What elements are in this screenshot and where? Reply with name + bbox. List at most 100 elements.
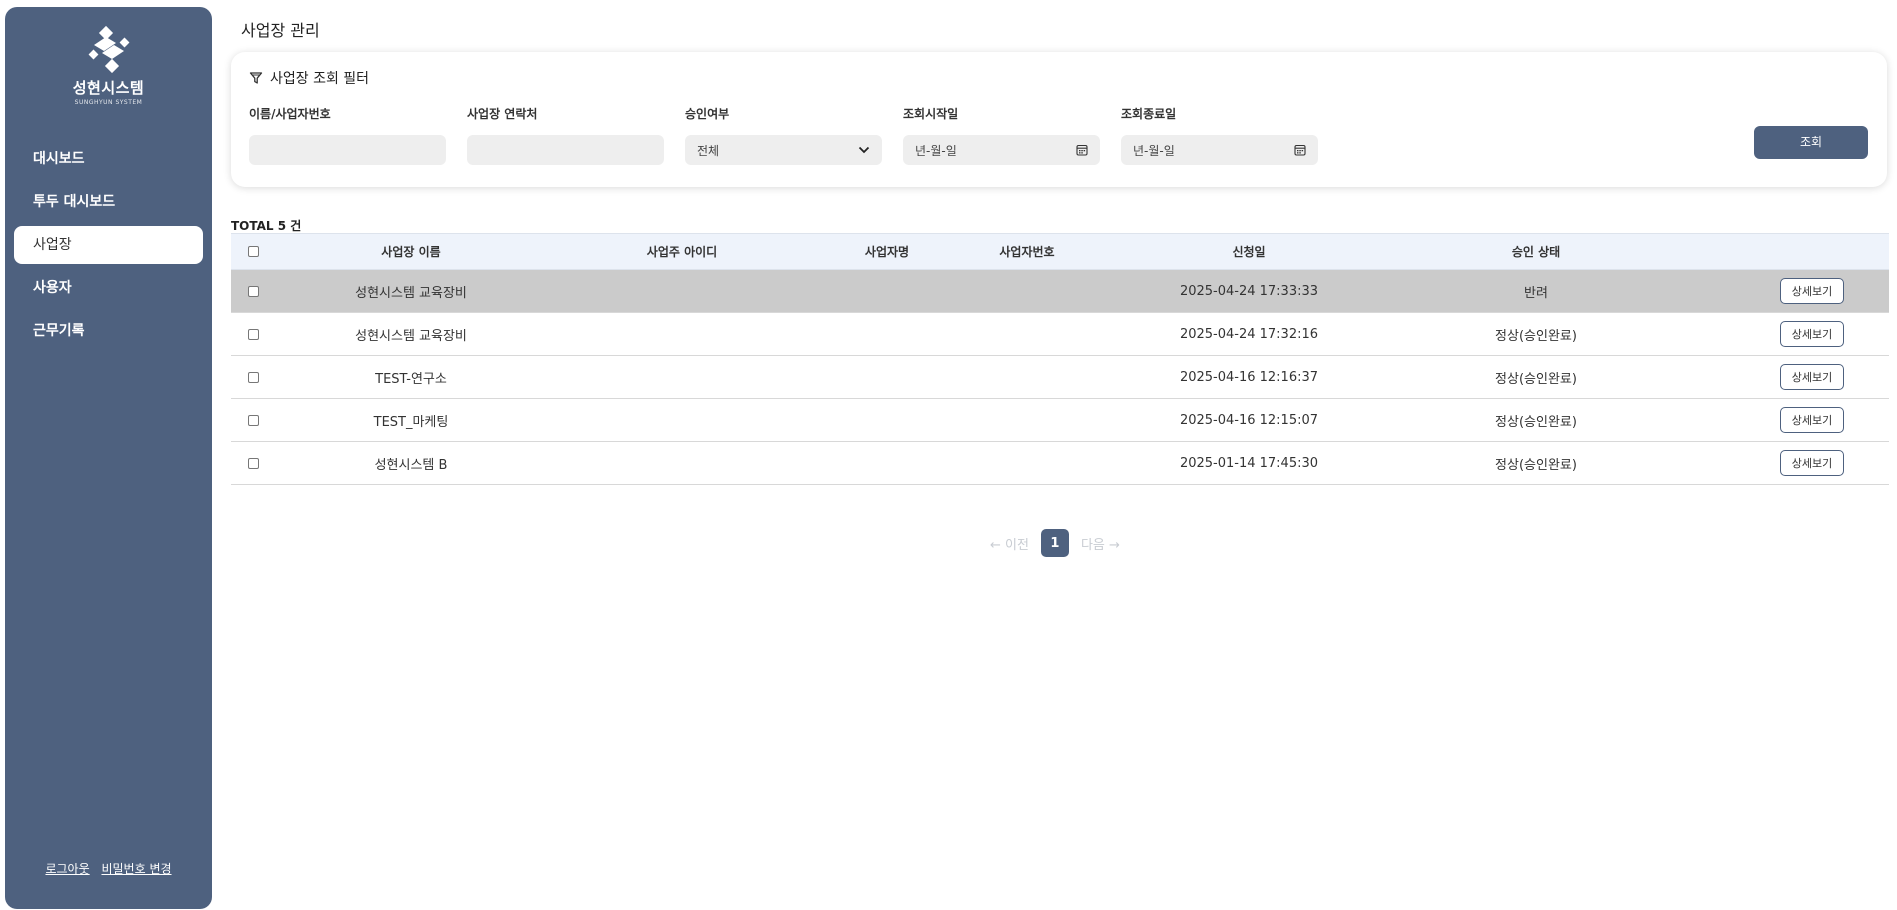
end-date-filter: 조회종료일 년-월-일 <box>1121 105 1318 165</box>
logout-link[interactable]: 로그아웃 <box>45 862 89 876</box>
workplace-table: 사업장 이름 사업주 아이디 사업자명 사업자번호 신청일 승인 상태 성현시스… <box>231 233 1889 485</box>
cell-business-name <box>818 442 956 484</box>
sidebar: 성현시스템 SUNGHYUN SYSTEM 대시보드 투두 대시보드 사업장 사… <box>5 7 212 909</box>
row-checkbox[interactable] <box>248 328 259 340</box>
approval-select[interactable]: 전체 <box>685 135 882 165</box>
table-row[interactable]: TEST_마케팅 2025-04-16 12:15:07 정상(승인완료) 상세… <box>231 399 1889 442</box>
approval-filter: 승인여부 전체 <box>685 105 882 165</box>
row-select-cell <box>231 356 276 398</box>
chevron-down-icon <box>858 146 870 154</box>
cell-name: 성현시스템 교육장비 <box>355 285 467 301</box>
row-checkbox[interactable] <box>248 414 259 426</box>
approval-filter-label: 승인여부 <box>685 107 730 121</box>
table-header-row: 사업장 이름 사업주 아이디 사업자명 사업자번호 신청일 승인 상태 <box>231 233 1889 270</box>
cell-approval-status: 정상(승인완료) <box>1495 328 1577 344</box>
cell-business-number <box>956 399 1098 441</box>
row-checkbox[interactable] <box>248 285 259 297</box>
brand-sub: SUNGHYUN SYSTEM <box>74 99 143 106</box>
cell-business-number <box>956 442 1098 484</box>
brand-logo-icon <box>88 25 129 73</box>
row-select-cell <box>231 270 276 312</box>
end-date-input[interactable]: 년-월-일 <box>1121 135 1318 165</box>
cell-approval-status: 정상(승인완료) <box>1495 371 1577 387</box>
row-select-cell <box>231 399 276 441</box>
detail-button[interactable]: 상세보기 <box>1780 278 1844 304</box>
calendar-icon[interactable] <box>1076 144 1088 156</box>
table-row[interactable]: 성현시스템 B 2025-01-14 17:45:30 정상(승인완료) 상세보… <box>231 442 1889 485</box>
name-filter-input[interactable] <box>249 135 446 165</box>
name-filter-label: 이름/사업자번호 <box>249 107 331 121</box>
row-action-cell: 상세보기 <box>1772 270 1852 312</box>
name-filter: 이름/사업자번호 <box>249 105 446 165</box>
cell-applied-date: 2025-04-24 17:33:33 <box>1179 283 1319 299</box>
cell-business-name <box>818 399 956 441</box>
search-button[interactable]: 조회 <box>1754 126 1868 159</box>
cell-business-number <box>956 356 1098 398</box>
cell-approval-status: 정상(승인완료) <box>1495 414 1577 430</box>
filter-title: 사업장 조회 필터 <box>249 68 369 88</box>
pagination: ← 이전 1 다음 → <box>990 529 1120 557</box>
detail-button[interactable]: 상세보기 <box>1780 407 1844 433</box>
table-row[interactable]: 성현시스템 교육장비 2025-04-24 17:33:33 반려 상세보기 <box>231 270 1889 313</box>
row-action-cell: 상세보기 <box>1772 356 1852 398</box>
end-date-placeholder: 년-월-일 <box>1133 143 1175 158</box>
cell-name: TEST-연구소 <box>375 371 447 387</box>
row-checkbox[interactable] <box>248 457 259 469</box>
sidebar-item-todo-dashboard[interactable]: 투두 대시보드 <box>5 183 212 221</box>
contact-filter: 사업장 연락처 <box>467 105 664 165</box>
cell-name: 성현시스템 B <box>374 457 448 473</box>
sidebar-item-label: 근무기록 <box>33 323 85 339</box>
sidebar-item-users[interactable]: 사용자 <box>5 269 212 307</box>
cell-owner-id <box>546 399 818 441</box>
row-select-cell <box>231 442 276 484</box>
page-title: 사업장 관리 <box>241 21 320 40</box>
approval-select-value: 전체 <box>697 143 720 158</box>
sidebar-nav: 대시보드 투두 대시보드 사업장 사용자 근무기록 <box>5 140 212 355</box>
cell-approval-status: 정상(승인완료) <box>1495 457 1577 473</box>
start-date-filter: 조회시작일 년-월-일 <box>903 105 1100 165</box>
prev-page-button[interactable]: ← 이전 <box>990 534 1029 553</box>
col-applied-date: 신청일 <box>1232 245 1266 259</box>
contact-filter-label: 사업장 연락처 <box>467 107 538 121</box>
table-row[interactable]: 성현시스템 교육장비 2025-04-24 17:32:16 정상(승인완료) … <box>231 313 1889 356</box>
next-page-button[interactable]: 다음 → <box>1081 534 1120 553</box>
row-action-cell: 상세보기 <box>1772 399 1852 441</box>
cell-business-name <box>818 313 956 355</box>
cell-business-number <box>956 270 1098 312</box>
select-all-checkbox[interactable] <box>248 246 259 257</box>
cell-applied-date: 2025-04-24 17:32:16 <box>1179 326 1319 342</box>
sidebar-item-workplace[interactable]: 사업장 <box>14 226 203 264</box>
detail-button[interactable]: 상세보기 <box>1780 364 1844 390</box>
cell-applied-date: 2025-01-14 17:45:30 <box>1179 455 1319 471</box>
col-business-number: 사업자번호 <box>999 245 1055 259</box>
sidebar-item-label: 사용자 <box>33 280 72 296</box>
filter-icon <box>249 72 263 84</box>
filter-title-text: 사업장 조회 필터 <box>270 71 370 87</box>
table-row[interactable]: TEST-연구소 2025-04-16 12:16:37 정상(승인완료) 상세… <box>231 356 1889 399</box>
row-select-cell <box>231 313 276 355</box>
start-date-placeholder: 년-월-일 <box>915 143 957 158</box>
page-number-current[interactable]: 1 <box>1040 529 1069 557</box>
cell-owner-id <box>546 442 818 484</box>
change-password-link[interactable]: 비밀번호 변경 <box>101 862 171 876</box>
calendar-icon[interactable] <box>1294 144 1306 156</box>
detail-button[interactable]: 상세보기 <box>1780 450 1844 476</box>
sidebar-item-work-records[interactable]: 근무기록 <box>5 312 212 350</box>
row-checkbox[interactable] <box>248 371 259 383</box>
row-action-cell: 상세보기 <box>1772 313 1852 355</box>
contact-filter-input[interactable] <box>467 135 664 165</box>
start-date-input[interactable]: 년-월-일 <box>903 135 1100 165</box>
cell-name: 성현시스템 교육장비 <box>355 328 467 344</box>
cell-owner-id <box>546 356 818 398</box>
col-business-name: 사업자명 <box>864 245 910 259</box>
col-name: 사업장 이름 <box>381 245 441 259</box>
detail-button[interactable]: 상세보기 <box>1780 321 1844 347</box>
row-action-cell: 상세보기 <box>1772 442 1852 484</box>
filter-panel: 사업장 조회 필터 이름/사업자번호 사업장 연락처 승인여부 전체 조회시작일… <box>231 52 1887 187</box>
sidebar-item-label: 대시보드 <box>33 151 85 167</box>
sidebar-item-label: 투두 대시보드 <box>33 194 116 210</box>
cell-business-name <box>818 270 956 312</box>
cell-approval-status: 반려 <box>1524 285 1548 301</box>
cell-owner-id <box>546 270 818 312</box>
sidebar-item-dashboard[interactable]: 대시보드 <box>5 140 212 178</box>
